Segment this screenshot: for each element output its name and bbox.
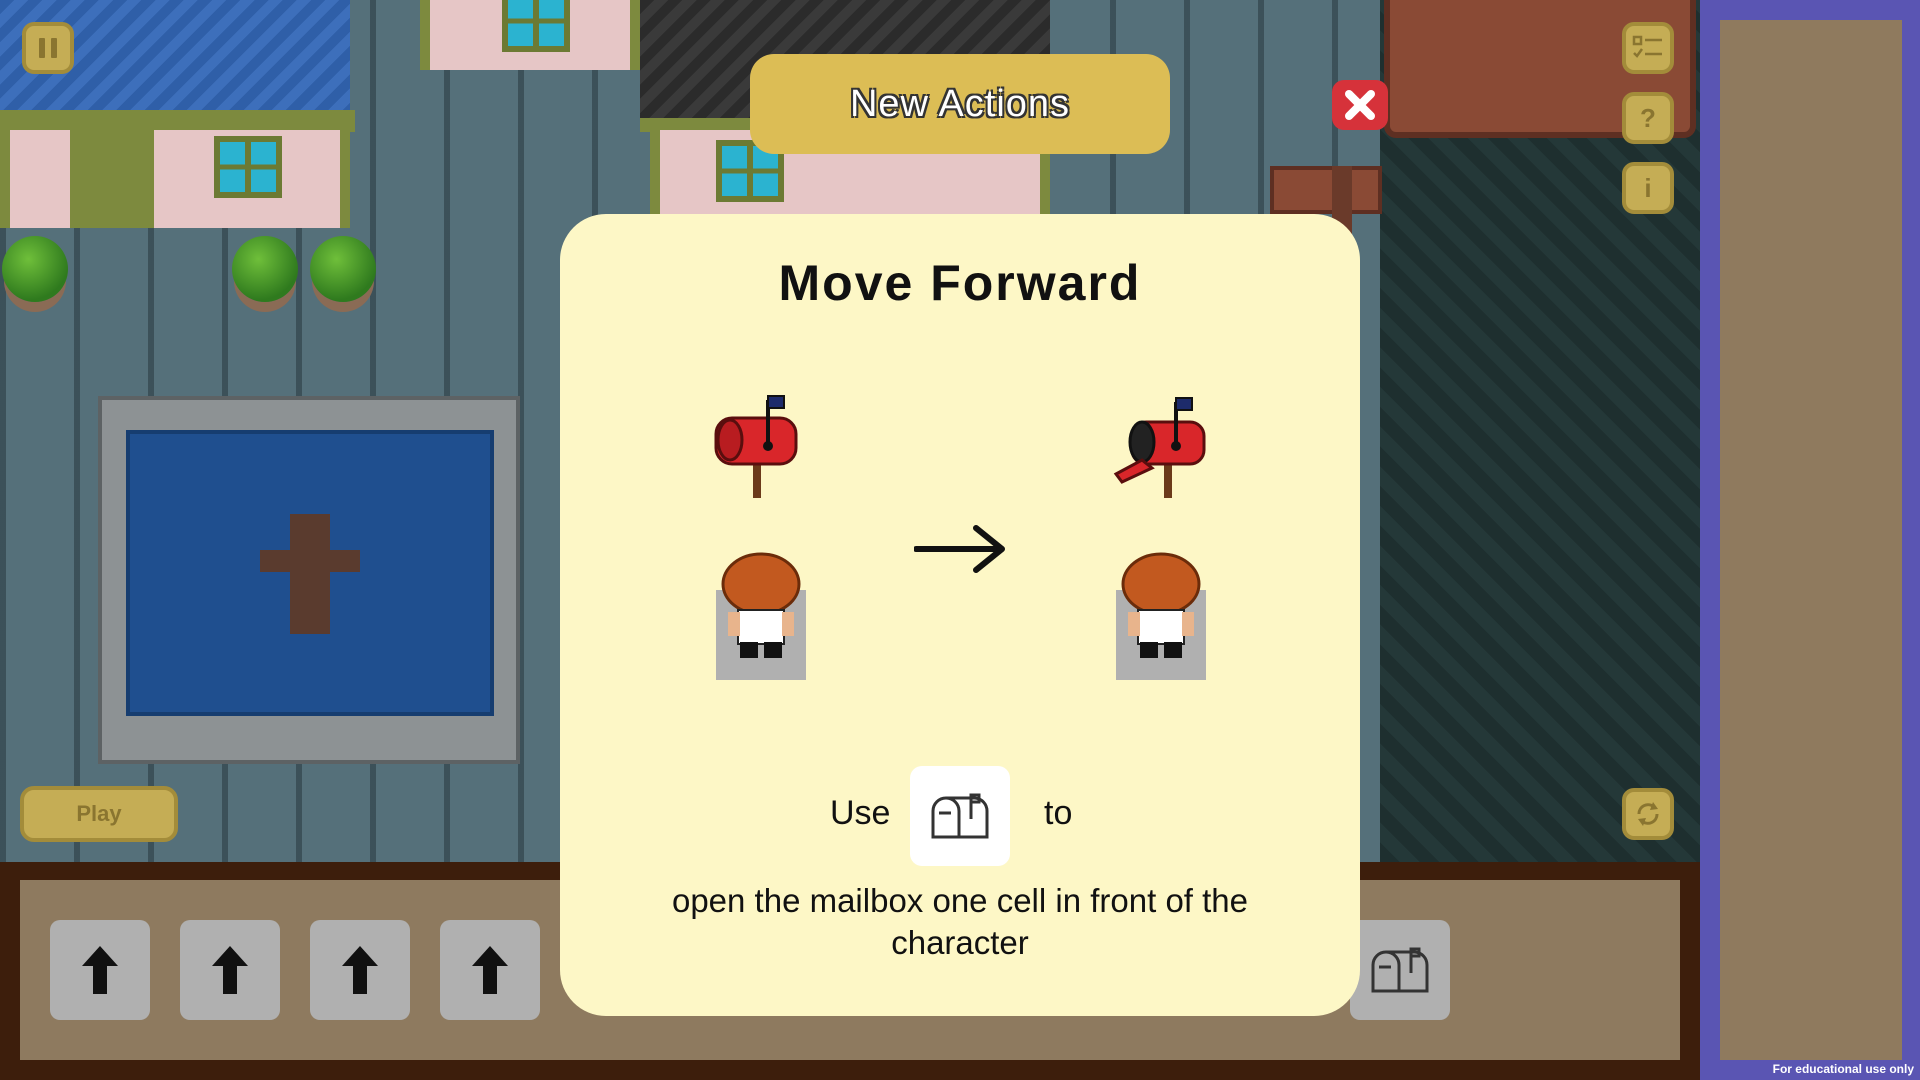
pause-icon (39, 38, 57, 58)
fountain-pool (98, 396, 520, 764)
reset-icon (1637, 802, 1659, 826)
pause-button[interactable] (22, 22, 74, 74)
open-mailbox-icon (1113, 397, 1206, 498)
house-window (214, 136, 282, 198)
new-actions-header: New Actions (750, 54, 1170, 154)
character-sprite (1121, 552, 1201, 658)
mailbox-icon (1371, 947, 1429, 993)
house-door (70, 130, 154, 228)
action-slot-up[interactable] (180, 920, 280, 1020)
up-arrow-icon (82, 946, 118, 994)
checklist-icon (1632, 35, 1662, 58)
action-slot-up[interactable] (50, 920, 150, 1020)
to-label: to (1044, 794, 1073, 832)
up-arrow-icon (472, 946, 508, 994)
checklist-button[interactable] (1622, 22, 1674, 74)
close-icon (1345, 90, 1375, 120)
pool-water (126, 430, 494, 716)
modal-title: Move Forward (778, 255, 1142, 311)
bush (310, 236, 376, 302)
house-beam (0, 110, 355, 132)
right-arrow-icon (914, 525, 1005, 573)
fountain-statue-arm (260, 550, 360, 572)
signpost (1270, 166, 1382, 214)
info-label: i (1644, 172, 1652, 203)
play-button[interactable]: Play (20, 786, 178, 842)
use-label: Use (830, 794, 891, 832)
educational-notice: For educational use only (1772, 1062, 1914, 1076)
help-label: ? (1640, 102, 1656, 133)
mailbox-icon (931, 793, 989, 839)
action-slot-up[interactable] (310, 920, 410, 1020)
bush (2, 236, 68, 302)
action-slot-up[interactable] (440, 920, 540, 1020)
action-slot-mailbox[interactable] (1350, 920, 1450, 1020)
house-wall (0, 130, 350, 228)
action-modal: Move Forward Use to open the mailbox one… (560, 214, 1360, 1016)
fountain-statue (290, 514, 330, 634)
bush (232, 236, 298, 302)
closed-mailbox-icon (714, 395, 798, 498)
reset-button[interactable] (1622, 788, 1674, 840)
house-window (502, 0, 570, 52)
help-button[interactable]: ? (1622, 92, 1674, 144)
sidebar-panel (1720, 20, 1902, 1060)
header-title: New Actions (849, 82, 1071, 125)
up-arrow-icon (212, 946, 248, 994)
close-button[interactable] (1332, 80, 1388, 130)
use-action-tile (910, 766, 1010, 866)
up-arrow-icon (342, 946, 378, 994)
action-description: open the mailbox one cell in front of th… (671, 882, 1249, 961)
character-sprite (721, 552, 801, 658)
info-button[interactable]: i (1622, 162, 1674, 214)
